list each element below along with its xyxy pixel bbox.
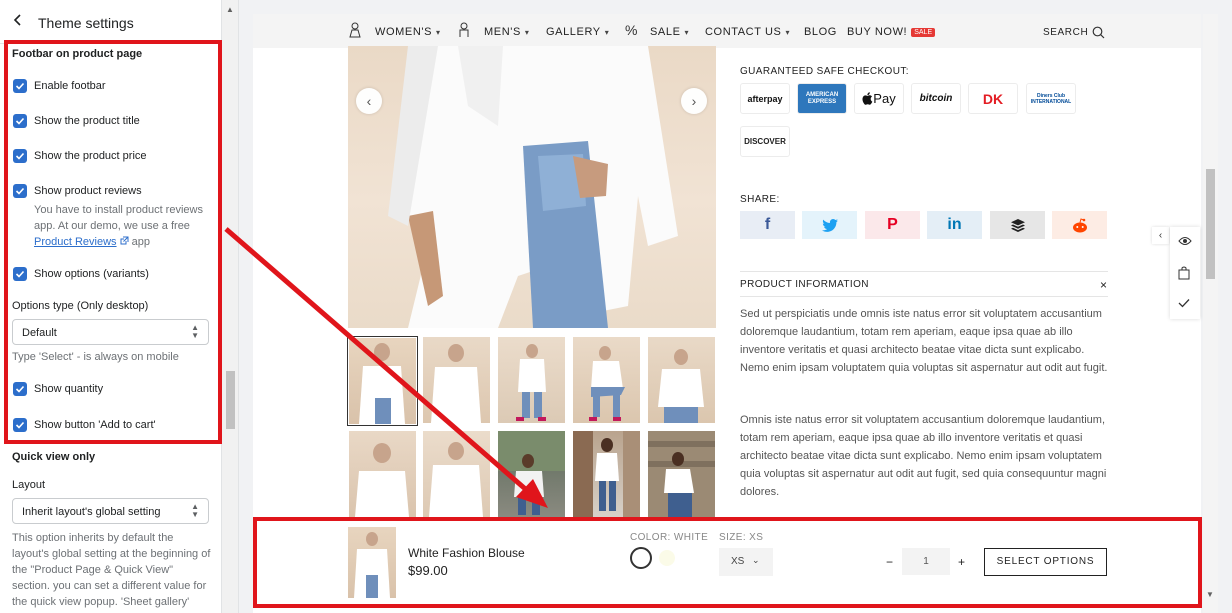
- annotation-arrow: [224, 227, 548, 508]
